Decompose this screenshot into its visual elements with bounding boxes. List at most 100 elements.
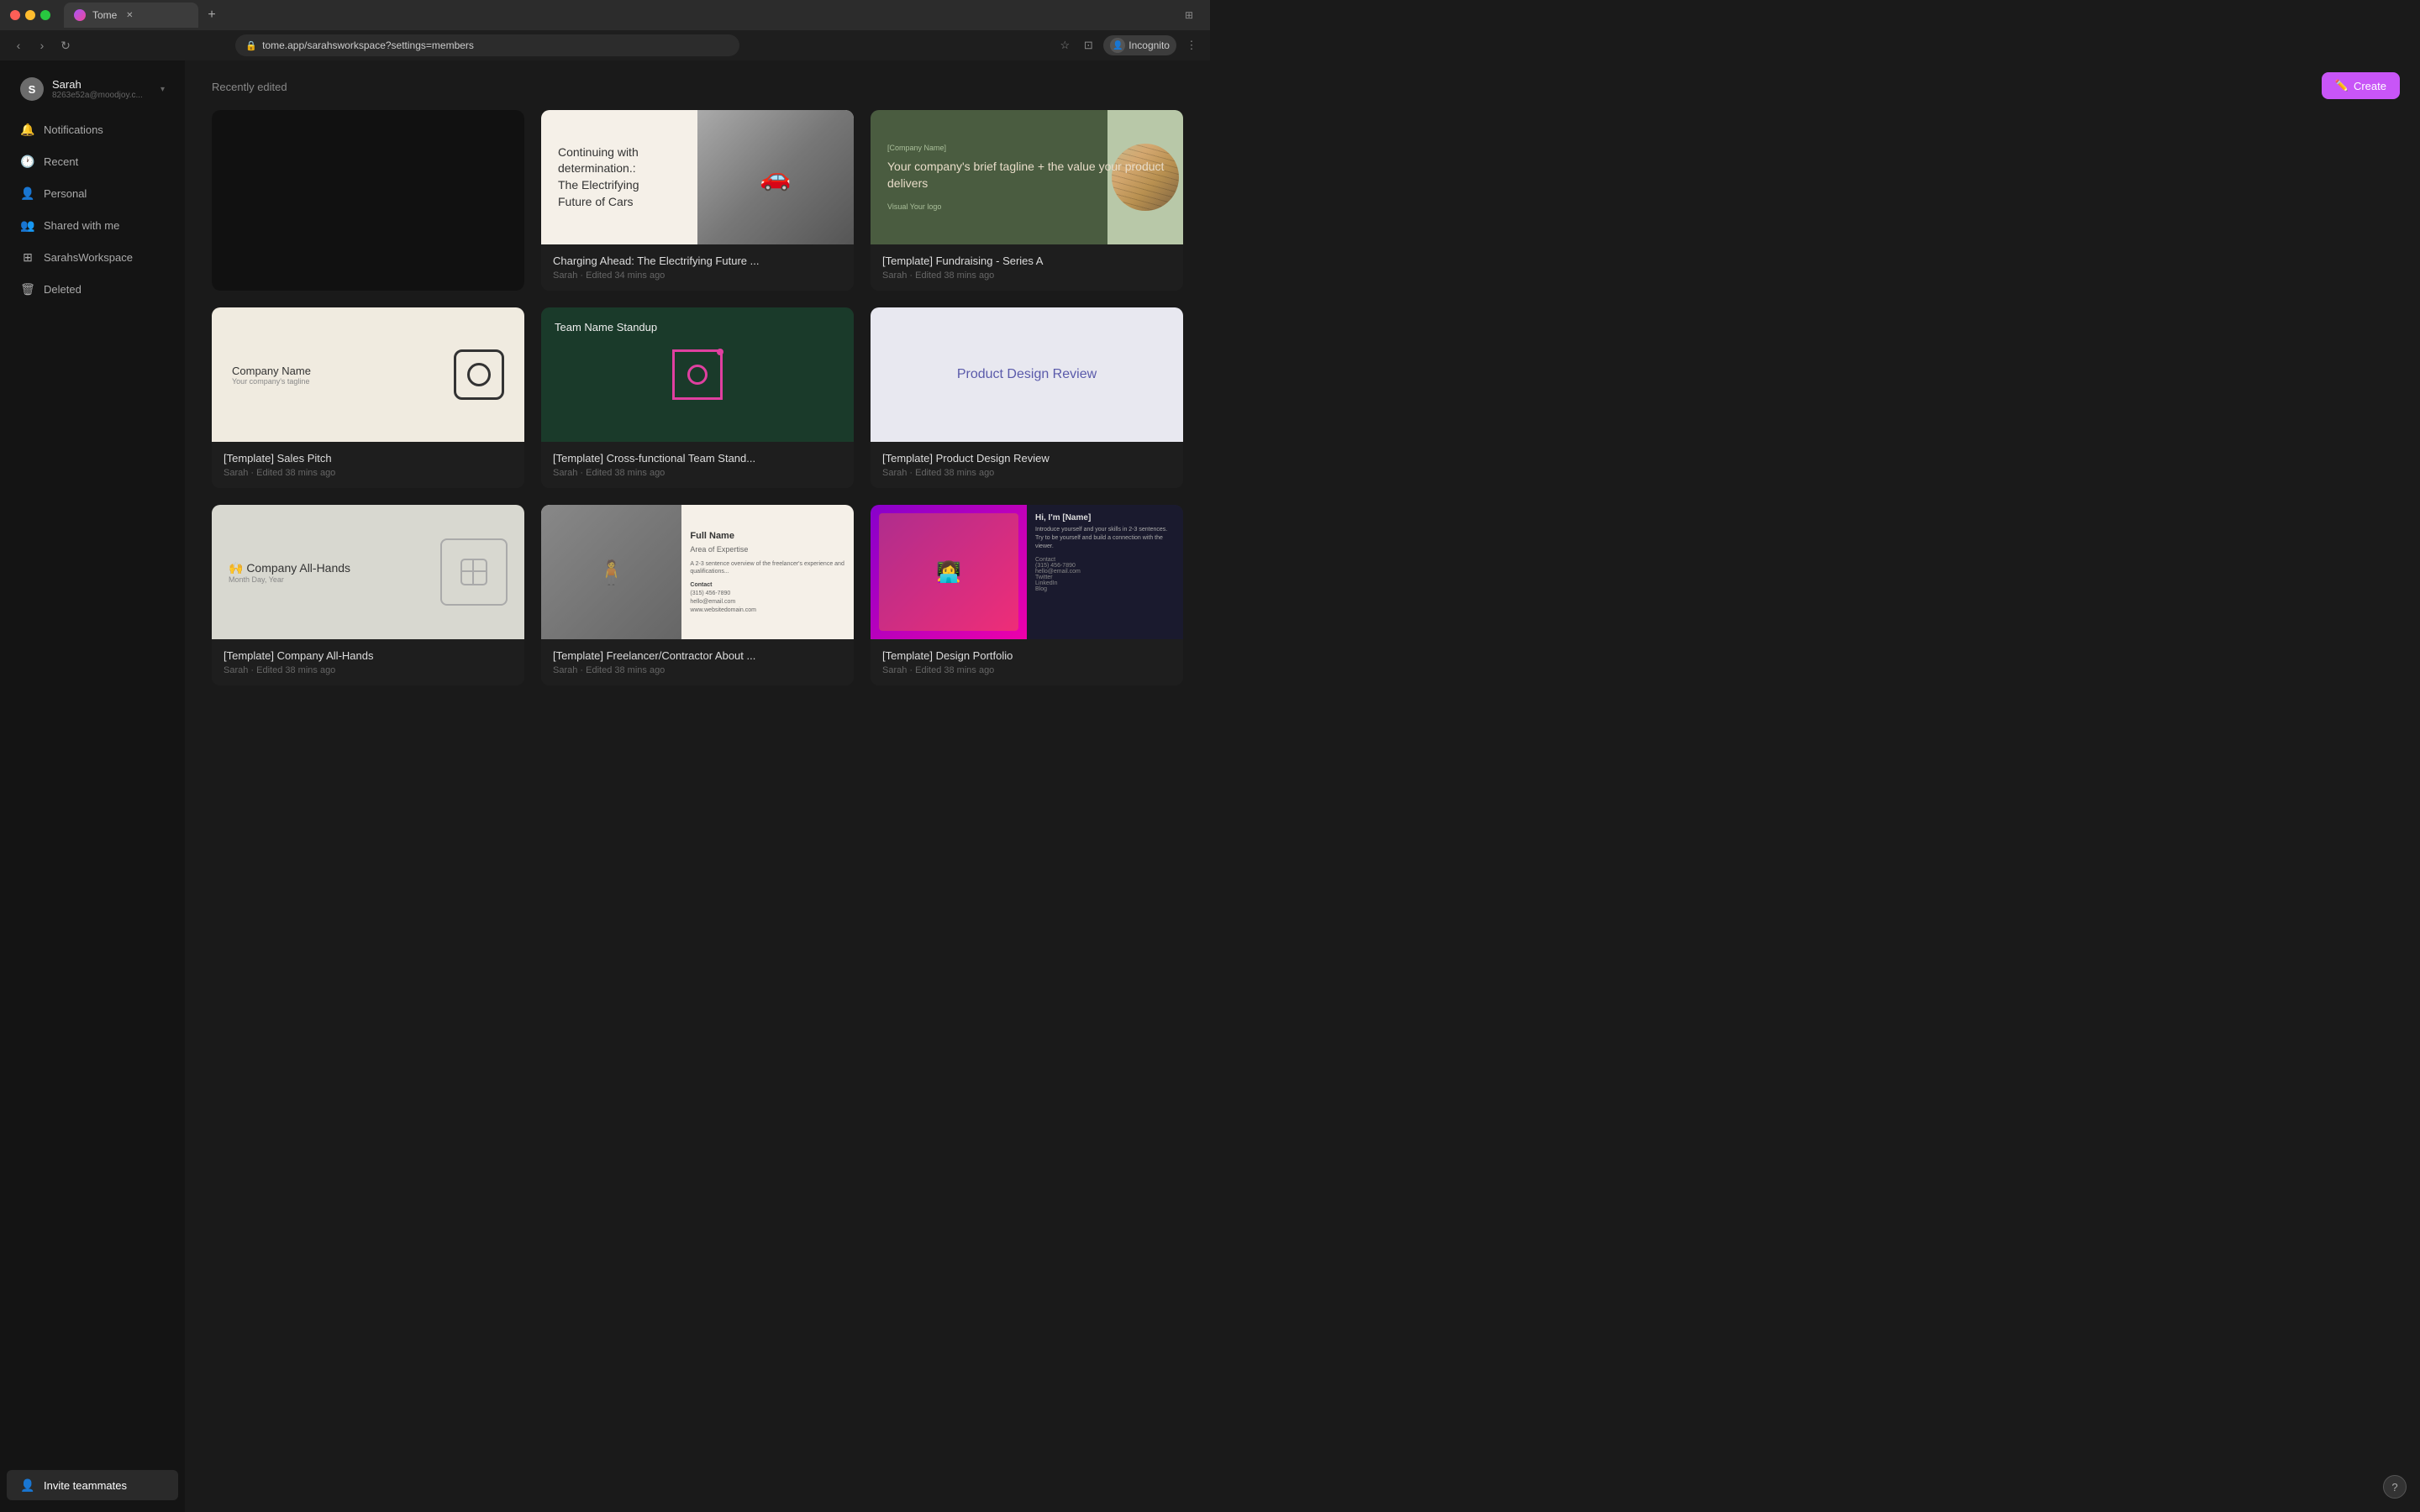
tab-close-button[interactable]: ✕: [124, 9, 135, 21]
card-title: [Template] Company All-Hands: [224, 649, 513, 662]
charging-image: 🚗: [697, 110, 854, 244]
card-product-review[interactable]: Product Design Review [Template] Product…: [871, 307, 1183, 488]
sales-logo-inner: [467, 363, 491, 386]
card-thumbnail: Team Name Standup: [541, 307, 854, 442]
card-meta: Sarah · Edited 38 mins ago: [224, 665, 513, 675]
sidebar-item-shared[interactable]: 👥 Shared with me: [7, 210, 178, 240]
new-tab-button[interactable]: +: [202, 5, 222, 25]
card-charging[interactable]: Continuing with determination.:The Elect…: [541, 110, 854, 291]
sales-logo: [454, 349, 504, 400]
sidebar-item-deleted[interactable]: 🗑 Deleted: [7, 274, 178, 304]
clock-icon: 🕐: [20, 154, 35, 169]
fundraising-text: [Company Name] Your company's brief tagl…: [887, 144, 1166, 210]
card-meta: Sarah · Edited 34 mins ago: [553, 270, 842, 281]
menu-icon[interactable]: ⋮: [1183, 37, 1200, 54]
standup-logo-inner: [687, 365, 708, 385]
incognito-label: Incognito: [1128, 39, 1170, 51]
sidebar-item-notifications[interactable]: 🔔 Notifications: [7, 114, 178, 144]
car-silhouette: 🚗: [697, 110, 854, 244]
window-expand-icon[interactable]: ⊞: [1185, 9, 1193, 21]
active-tab[interactable]: Tome ✕: [64, 3, 198, 28]
card-portfolio[interactable]: 👩‍💻 Hi, I'm [Name] Introduce yourself an…: [871, 505, 1183, 685]
card-info: [Template] Design Portfolio Sarah · Edit…: [871, 639, 1183, 685]
card-meta: Sarah · Edited 38 mins ago: [882, 665, 1171, 675]
portfolio-greeting: Hi, I'm [Name]: [1035, 513, 1175, 522]
card-fundraising[interactable]: [Company Name] Your company's brief tagl…: [871, 110, 1183, 291]
browser-chrome: Tome ✕ + ⊞: [0, 0, 1210, 30]
trash-icon: 🗑: [20, 281, 35, 297]
card-sales-pitch[interactable]: Company Name Your company's tagline [Tem…: [212, 307, 524, 488]
user-info: Sarah 8263e52a@moodjoy.c...: [52, 78, 152, 100]
person-icon: 👤: [20, 186, 35, 201]
card-info: [Template] Freelancer/Contractor About .…: [541, 639, 854, 685]
card-info: [Template] Cross-functional Team Stand..…: [541, 442, 854, 488]
sidebar-item-label: Personal: [44, 187, 87, 200]
card-all-hands[interactable]: 🙌 Company All-Hands Month Day, Year [Tem…: [212, 505, 524, 685]
address-bar-right: ☆ ⊡ 👤 Incognito ⋮: [1056, 35, 1200, 55]
refresh-button[interactable]: ↻: [57, 37, 74, 54]
create-icon: ✏️: [2335, 79, 2349, 92]
user-name: Sarah: [52, 78, 152, 91]
portfolio-contact: Contact(315) 456-7890hello@email.comTwit…: [1035, 557, 1175, 592]
incognito-button[interactable]: 👤 Incognito: [1103, 35, 1176, 55]
extension-icon[interactable]: ⊡: [1080, 37, 1097, 54]
maximize-button[interactable]: [40, 10, 50, 20]
sidebar: S Sarah 8263e52a@moodjoy.c... ▾ 🔔 Notifi…: [0, 60, 185, 1512]
url-input[interactable]: 🔒 tome.app/sarahsworkspace?settings=memb…: [235, 34, 739, 56]
sidebar-item-label: Invite teammates: [44, 1479, 127, 1492]
lock-icon: 🔒: [245, 40, 257, 51]
card-title: Charging Ahead: The Electrifying Future …: [553, 255, 842, 267]
sidebar-item-label: SarahsWorkspace: [44, 251, 133, 264]
all-hands-name: 🙌 Company All-Hands: [229, 561, 440, 575]
card-meta: Sarah · Edited 38 mins ago: [224, 468, 513, 478]
sales-tagline: Your company's tagline: [232, 377, 311, 386]
freelancer-image: 🧍: [541, 505, 681, 639]
tab-favicon: [74, 9, 86, 21]
main-content: Recently edited New Tome Sarah · Edited …: [185, 60, 1210, 1512]
user-profile[interactable]: S Sarah 8263e52a@moodjoy.c... ▾: [7, 71, 178, 108]
product-review-title: Product Design Review: [957, 367, 1097, 382]
avatar: S: [20, 77, 44, 101]
close-button[interactable]: [10, 10, 20, 20]
sidebar-item-recent[interactable]: 🕐 Recent: [7, 146, 178, 176]
portfolio-intro: Introduce yourself and your skills in 2-…: [1035, 526, 1175, 550]
section-title: Recently edited: [212, 81, 1183, 93]
bookmark-icon[interactable]: ☆: [1056, 37, 1073, 54]
card-thumbnail: 🧍 Full Name Area of Expertise A 2-3 sent…: [541, 505, 854, 639]
card-info: Charging Ahead: The Electrifying Future …: [541, 244, 854, 291]
url-text: tome.app/sarahsworkspace?settings=member…: [262, 39, 474, 51]
company-tag: [Company Name]: [887, 144, 1166, 152]
minimize-button[interactable]: [25, 10, 35, 20]
card-meta: Sarah · Edited 38 mins ago: [882, 468, 1171, 478]
card-thumbnail: Continuing with determination.:The Elect…: [541, 110, 854, 244]
sidebar-item-invite[interactable]: 👤 Invite teammates: [7, 1470, 178, 1500]
card-info: [Template] Fundraising - Series A Sarah …: [871, 244, 1183, 291]
back-button[interactable]: ‹: [10, 37, 27, 54]
sidebar-item-workspace[interactable]: ⊞ SarahsWorkspace: [7, 242, 178, 272]
card-info: [Template] Company All-Hands Sarah · Edi…: [212, 639, 524, 685]
all-hands-icon: [440, 538, 508, 606]
help-button[interactable]: ?: [2383, 1475, 2407, 1499]
cards-grid: New Tome Sarah · Edited 3 mins ago Conti…: [212, 110, 1183, 685]
traffic-lights: [10, 10, 50, 20]
help-icon: ?: [2391, 1481, 2397, 1494]
sidebar-item-personal[interactable]: 👤 Personal: [7, 178, 178, 208]
card-freelancer[interactable]: 🧍 Full Name Area of Expertise A 2-3 sent…: [541, 505, 854, 685]
card-new-tome[interactable]: New Tome Sarah · Edited 3 mins ago: [212, 110, 524, 291]
create-label: Create: [2354, 80, 2386, 92]
card-thumbnail: 🙌 Company All-Hands Month Day, Year: [212, 505, 524, 639]
freelancer-contact-label: Contact: [690, 581, 845, 590]
charging-text: Continuing with determination.:The Elect…: [541, 128, 697, 227]
app-layout: S Sarah 8263e52a@moodjoy.c... ▾ 🔔 Notifi…: [0, 60, 1210, 1512]
portfolio-person-image: 👩‍💻: [879, 513, 1018, 631]
card-title: [Template] Fundraising - Series A: [882, 255, 1171, 267]
forward-button[interactable]: ›: [34, 37, 50, 54]
create-button[interactable]: ✏️ Create: [2322, 72, 2400, 99]
all-hands-left: 🙌 Company All-Hands Month Day, Year: [229, 561, 440, 584]
card-info: [Template] Product Design Review Sarah ·…: [871, 442, 1183, 488]
sales-company-name: Company Name: [232, 365, 311, 377]
tab-bar: Tome ✕ +: [64, 3, 1178, 28]
card-title: [Template] Sales Pitch: [224, 452, 513, 465]
card-standup[interactable]: Team Name Standup [Template] Cross-funct…: [541, 307, 854, 488]
sidebar-item-label: Recent: [44, 155, 78, 168]
